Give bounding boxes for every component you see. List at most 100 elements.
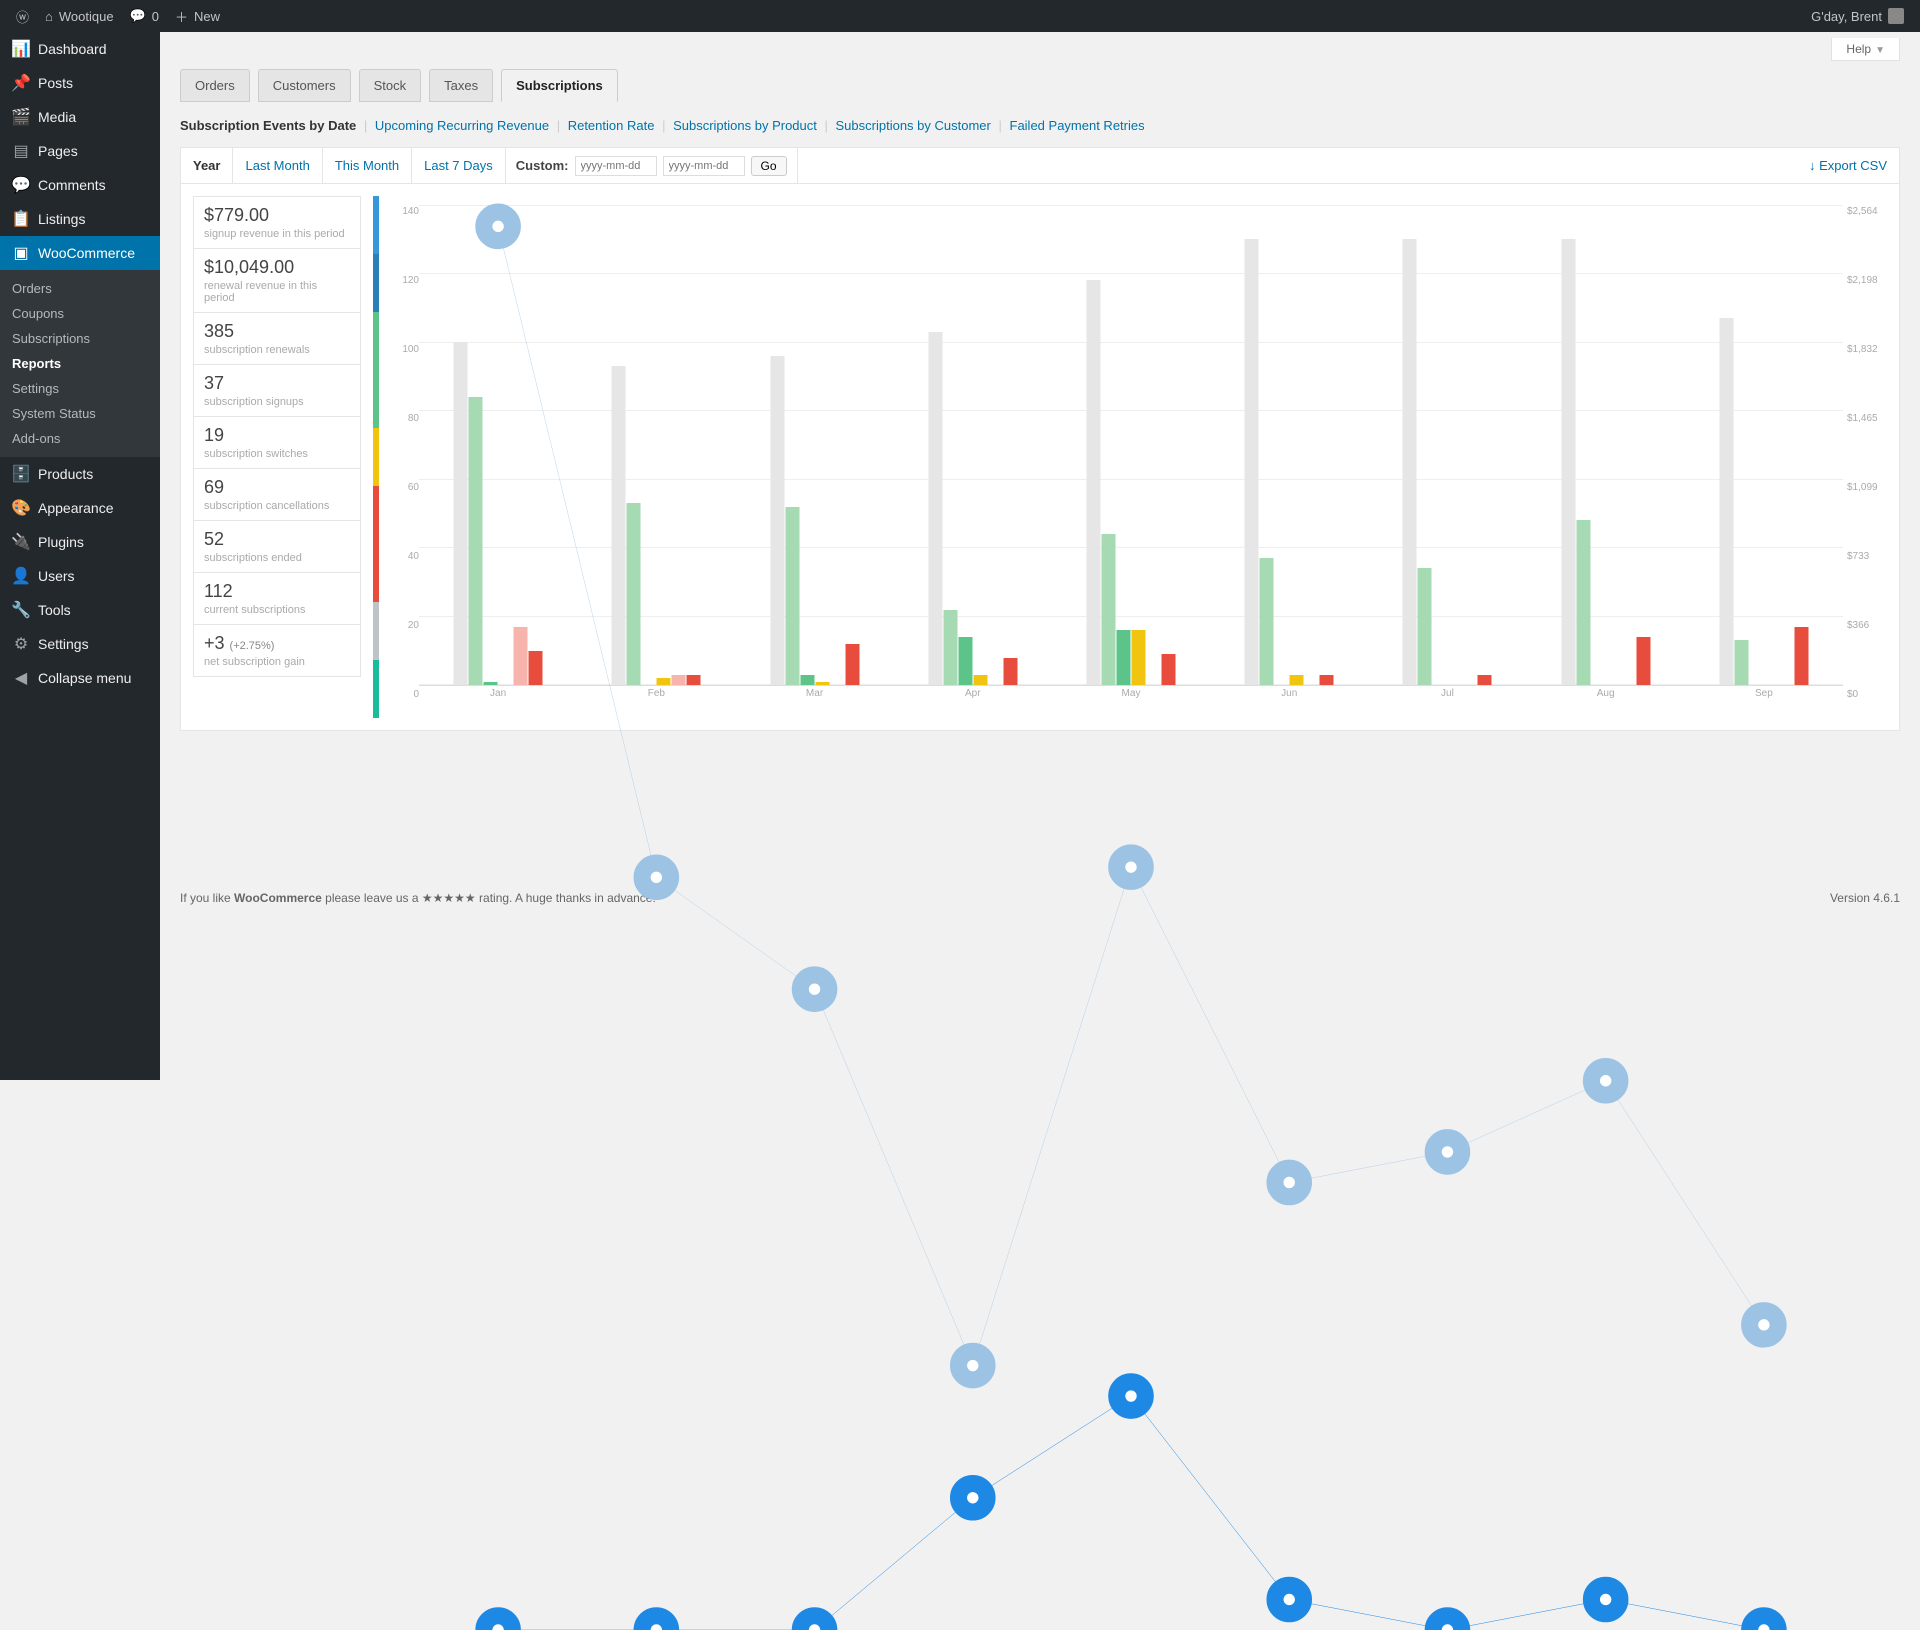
bar-renewals_grey_tall[interactable] xyxy=(1719,318,1733,685)
sidebar-item-settings[interactable]: ⚙Settings xyxy=(0,627,160,661)
comments-bubble[interactable]: 💬0 xyxy=(122,0,167,32)
go-button[interactable]: Go xyxy=(751,156,787,176)
bar-renewals_grey_tall[interactable] xyxy=(770,356,784,685)
bar-signups_green[interactable] xyxy=(1576,520,1590,685)
woocommerce-sub-coupons[interactable]: Coupons xyxy=(0,301,160,326)
bar-ended_red[interactable] xyxy=(529,651,543,685)
range-tab-this-month[interactable]: This Month xyxy=(323,148,412,183)
report-tab-subscriptions[interactable]: Subscriptions xyxy=(501,69,618,102)
range-tab-last-7-days[interactable]: Last 7 Days xyxy=(412,148,506,183)
bar-switches_yellow[interactable] xyxy=(815,682,829,685)
bar-switches_yellow[interactable] xyxy=(1132,630,1146,685)
bar-renewals_grey_tall[interactable] xyxy=(612,366,626,685)
point-line_blue_gain[interactable] xyxy=(648,1621,665,1630)
bar-signups_green[interactable] xyxy=(469,397,483,685)
subnav-link[interactable]: Failed Payment Retries xyxy=(1010,118,1145,133)
sidebar-item-collapse-menu[interactable]: ◀Collapse menu xyxy=(0,661,160,695)
point-line_lightblue_count[interactable] xyxy=(806,981,823,998)
sidebar-item-appearance[interactable]: 🎨Appearance xyxy=(0,491,160,525)
woocommerce-sub-add-ons[interactable]: Add-ons xyxy=(0,426,160,451)
bar-signups_green[interactable] xyxy=(1734,640,1748,685)
woocommerce-sub-subscriptions[interactable]: Subscriptions xyxy=(0,326,160,351)
stat-block[interactable]: 69subscription cancellations xyxy=(193,468,361,520)
point-line_lightblue_count[interactable] xyxy=(964,1357,981,1374)
point-line_blue_gain[interactable] xyxy=(1122,1388,1139,1405)
bar-switches_yellow[interactable] xyxy=(1290,675,1304,685)
bar-ended_red[interactable] xyxy=(1478,675,1492,685)
sidebar-item-pages[interactable]: ▤Pages xyxy=(0,134,160,168)
bar-signups_green[interactable] xyxy=(627,503,641,685)
sidebar-item-dashboard[interactable]: 📊Dashboard xyxy=(0,32,160,66)
point-line_lightblue_count[interactable] xyxy=(1122,859,1139,876)
export-csv-link[interactable]: ↓ Export CSV xyxy=(1797,148,1899,183)
report-tab-orders[interactable]: Orders xyxy=(180,69,250,102)
bar-signups_green[interactable] xyxy=(1102,534,1116,685)
bar-signups_green_dark[interactable] xyxy=(1117,630,1131,685)
stat-block[interactable]: +3 (+2.75%)net subscription gain xyxy=(193,624,361,677)
bar-signups_green[interactable] xyxy=(785,507,799,685)
subnav-link[interactable]: Subscriptions by Customer xyxy=(836,118,991,133)
stat-block[interactable]: 112current subscriptions xyxy=(193,572,361,624)
custom-from-input[interactable] xyxy=(575,156,657,176)
stat-block[interactable]: $779.00signup revenue in this period xyxy=(193,196,361,248)
bar-renewals_grey_tall[interactable] xyxy=(1403,239,1417,685)
sidebar-item-posts[interactable]: 📌Posts xyxy=(0,66,160,100)
help-tab[interactable]: Help▼ xyxy=(1831,38,1900,61)
report-tab-taxes[interactable]: Taxes xyxy=(429,69,493,102)
subnav-link[interactable]: Subscriptions by Product xyxy=(673,118,817,133)
bar-signups_green_dark[interactable] xyxy=(484,682,498,685)
sidebar-item-users[interactable]: 👤Users xyxy=(0,559,160,593)
sidebar-item-tools[interactable]: 🔧Tools xyxy=(0,593,160,627)
sidebar-item-woocommerce[interactable]: ▣ WooCommerce xyxy=(0,236,160,270)
stat-block[interactable]: 385subscription renewals xyxy=(193,312,361,364)
bar-renewals_grey_tall[interactable] xyxy=(1087,280,1101,685)
range-tab-last-month[interactable]: Last Month xyxy=(233,148,322,183)
bar-ended_red[interactable] xyxy=(845,644,859,685)
bar-cancel_light_red[interactable] xyxy=(672,675,686,685)
site-link[interactable]: ⌂Wootique xyxy=(37,0,122,32)
woocommerce-sub-system-status[interactable]: System Status xyxy=(0,401,160,426)
point-line_blue_gain[interactable] xyxy=(806,1621,823,1630)
point-line_blue_gain[interactable] xyxy=(1439,1621,1456,1630)
point-line_lightblue_count[interactable] xyxy=(1755,1316,1772,1333)
sidebar-item-comments[interactable]: 💬Comments xyxy=(0,168,160,202)
sidebar-item-products[interactable]: 🗄️Products xyxy=(0,457,160,491)
bar-signups_green_dark[interactable] xyxy=(958,637,972,685)
point-line_lightblue_count[interactable] xyxy=(490,218,507,235)
bar-renewals_grey_tall[interactable] xyxy=(1561,239,1575,685)
bar-switches_yellow[interactable] xyxy=(973,675,987,685)
point-line_blue_gain[interactable] xyxy=(1281,1591,1298,1608)
report-tab-stock[interactable]: Stock xyxy=(359,69,422,102)
bar-cancel_light_red[interactable] xyxy=(514,627,528,685)
sidebar-item-plugins[interactable]: 🔌Plugins xyxy=(0,525,160,559)
range-tab-year[interactable]: Year xyxy=(181,148,233,183)
woocommerce-sub-orders[interactable]: Orders xyxy=(0,276,160,301)
bar-ended_red[interactable] xyxy=(1162,654,1176,685)
point-line_lightblue_count[interactable] xyxy=(1439,1143,1456,1160)
point-line_blue_gain[interactable] xyxy=(490,1621,507,1630)
bar-signups_green[interactable] xyxy=(1418,568,1432,685)
bar-signups_green[interactable] xyxy=(943,610,957,685)
wp-logo[interactable]: ⓦ xyxy=(8,0,37,32)
woocommerce-sub-reports[interactable]: Reports xyxy=(0,351,160,376)
bar-signups_green[interactable] xyxy=(1260,558,1274,685)
custom-to-input[interactable] xyxy=(663,156,745,176)
bar-renewals_grey_tall[interactable] xyxy=(1245,239,1259,685)
subnav-link[interactable]: Upcoming Recurring Revenue xyxy=(375,118,549,133)
sidebar-item-media[interactable]: 🎬Media xyxy=(0,100,160,134)
bar-switches_yellow[interactable] xyxy=(657,678,671,685)
new-content[interactable]: ＋New xyxy=(167,0,228,32)
stat-block[interactable]: 52subscriptions ended xyxy=(193,520,361,572)
bar-ended_red[interactable] xyxy=(1794,627,1808,685)
stat-block[interactable]: 37subscription signups xyxy=(193,364,361,416)
point-line_lightblue_count[interactable] xyxy=(1597,1072,1614,1089)
bar-renewals_grey_tall[interactable] xyxy=(928,332,942,685)
bar-ended_red[interactable] xyxy=(687,675,701,685)
point-line_lightblue_count[interactable] xyxy=(648,869,665,886)
bar-ended_red[interactable] xyxy=(1636,637,1650,685)
bar-ended_red[interactable] xyxy=(1320,675,1334,685)
account-menu[interactable]: G'day, Brent xyxy=(1803,0,1912,32)
point-line_blue_gain[interactable] xyxy=(964,1489,981,1506)
point-line_lightblue_count[interactable] xyxy=(1281,1174,1298,1191)
report-tab-customers[interactable]: Customers xyxy=(258,69,351,102)
